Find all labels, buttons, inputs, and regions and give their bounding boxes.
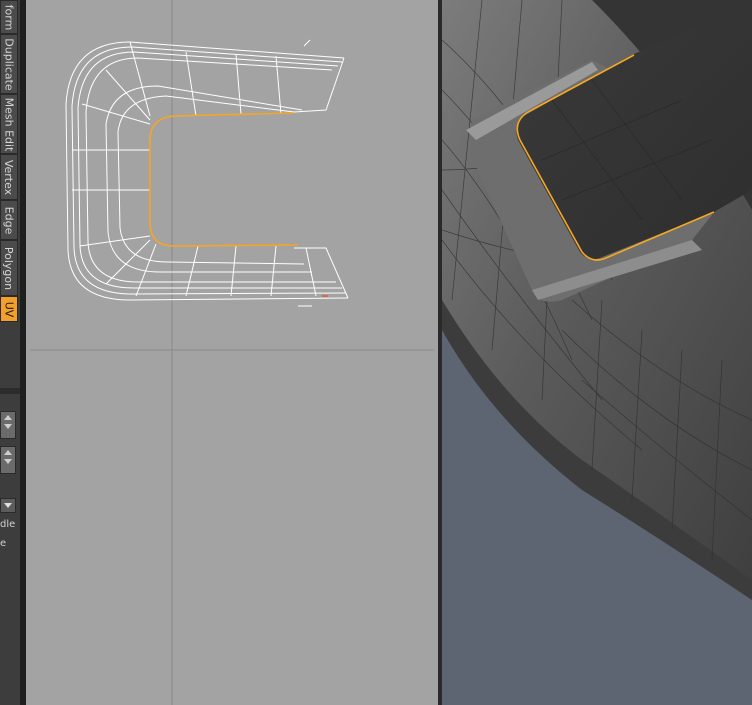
tab-duplicate[interactable]: Duplicate: [0, 34, 18, 94]
tab-mesh-edit[interactable]: Mesh Edit: [0, 94, 18, 154]
uv-viewport[interactable]: [26, 0, 438, 705]
tab-transform[interactable]: form: [0, 0, 18, 34]
tab-label: UV: [2, 301, 16, 317]
tab-label: Mesh Edit: [2, 97, 16, 151]
3d-canvas: [442, 0, 752, 705]
tool-strip: form Duplicate Mesh Edit Vertex Edge Pol…: [0, 0, 20, 705]
spinner-arrows-icon[interactable]: [0, 411, 16, 439]
spinner-arrows-icon[interactable]: [0, 446, 16, 474]
uv-canvas: [30, 0, 434, 705]
chevron-down-icon[interactable]: [0, 498, 16, 513]
tab-vertex[interactable]: Vertex: [0, 154, 18, 200]
tab-label: form: [2, 4, 16, 30]
panel-separator: [0, 388, 20, 394]
tab-label: Edge: [2, 206, 16, 234]
tab-label: Vertex: [2, 159, 16, 195]
tab-edge[interactable]: Edge: [0, 200, 18, 240]
tab-polygon[interactable]: Polygon: [0, 240, 18, 296]
tab-label: Duplicate: [2, 37, 16, 91]
tab-label: Polygon: [2, 246, 16, 290]
uv-wireframe: [65, 39, 349, 307]
3d-viewport[interactable]: [442, 0, 752, 705]
tab-uv[interactable]: UV: [0, 296, 18, 322]
truncated-label: dle: [0, 519, 16, 530]
truncated-label: e: [0, 538, 7, 549]
